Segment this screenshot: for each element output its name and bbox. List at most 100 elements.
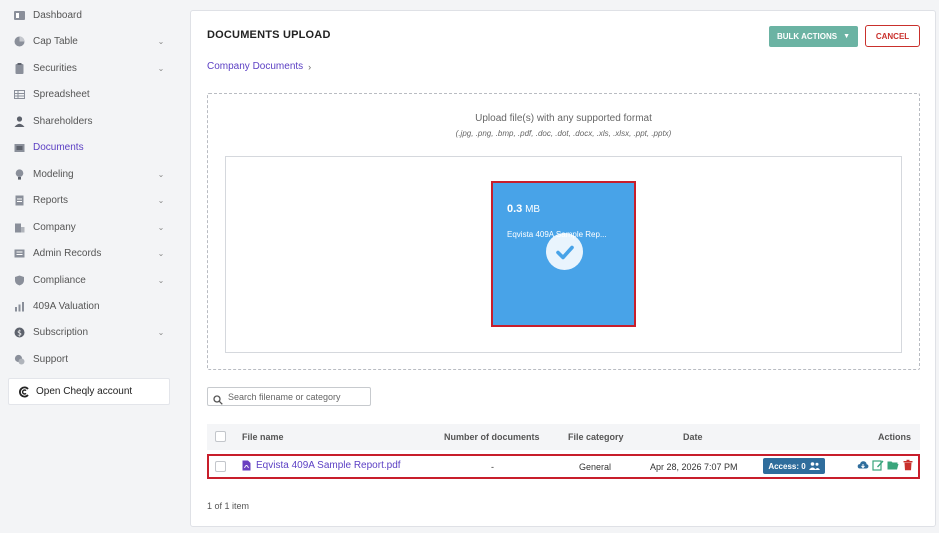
cheqly-logo-icon [18,386,30,398]
sidebar-item-company[interactable]: Company ⌄ [14,218,174,236]
documents-upload-panel: DOCUMENTS UPLOAD BULK ACTIONS ▼ CANCEL C… [190,10,936,527]
sidebar-item-modeling[interactable]: Modeling ⌄ [14,165,174,183]
sidebar-item-reports[interactable]: Reports ⌄ [14,191,174,209]
file-size: 0.3 MB [507,203,540,215]
sidebar-item-label: Cap Table [33,35,78,47]
lightbulb-icon [14,168,25,180]
chevron-down-icon: ⌄ [157,327,165,337]
sidebar-item-compliance[interactable]: Compliance ⌄ [14,271,174,289]
sidebar-item-label: Admin Records [33,247,102,259]
bulk-actions-label: BULK ACTIONS [776,32,838,41]
supported-formats: (.jpg, .png, .bmp, .pdf, .doc, .dot, .do… [455,129,672,138]
pie-chart-icon [14,36,25,47]
cloud-download-icon[interactable] [857,459,869,471]
svg-text:$: $ [17,328,22,337]
search-input[interactable] [228,391,368,402]
bulk-actions-button[interactable]: BULK ACTIONS ▼ [769,26,858,47]
file-size-value: 0.3 [507,203,523,215]
sidebar-item-label: Subscription [33,326,89,338]
clipboard-icon [14,62,25,74]
sidebar-item-label: Documents [33,141,84,153]
file-size-unit: MB [525,204,541,215]
sidebar-item-409a-valuation[interactable]: 409A Valuation [14,297,174,315]
sidebar-item-label: Dashboard [33,9,82,21]
column-file-category[interactable]: File category [568,432,624,442]
checkmark-icon [546,233,583,270]
sidebar-item-label: Support [33,353,69,365]
edit-icon[interactable] [872,459,884,471]
sidebar-item-label: Compliance [33,274,86,286]
chevron-down-icon: ⌄ [157,63,165,73]
building-icon [14,222,25,233]
table-header: File name Number of documents File categ… [207,424,920,450]
sidebar-item-label: Reports [33,194,69,206]
open-cheqly-account-label: Open Cheqly account [36,386,133,397]
dashboard-icon [14,10,25,21]
table-row: Eqvista 409A Sample Report.pdf - General… [207,454,920,479]
sidebar-item-documents[interactable]: Documents [14,138,174,156]
sidebar-item-cap-table[interactable]: Cap Table ⌄ [14,32,174,50]
breadcrumb-company-documents[interactable]: Company Documents [207,61,303,72]
pdf-file-icon [242,460,251,471]
sidebar-item-label: 409A Valuation [33,300,100,312]
column-number-of-documents[interactable]: Number of documents [444,432,540,442]
sidebar-item-dashboard[interactable]: Dashboard [14,6,174,24]
chevron-down-icon: ⌄ [157,169,165,179]
pagination-summary: 1 of 1 item [207,501,250,511]
file-category-cell: General [579,462,612,472]
user-icon [14,115,25,127]
file-name-link[interactable]: Eqvista 409A Sample Report.pdf [242,460,401,471]
folder-icon [14,142,25,153]
valuation-icon [14,301,25,312]
spreadsheet-icon [14,89,25,100]
chevron-down-icon: ⌄ [157,195,165,205]
chevron-right-icon: › [308,61,312,72]
sidebar-item-shareholders[interactable]: Shareholders [14,112,174,130]
sidebar-item-admin-records[interactable]: Admin Records ⌄ [14,244,174,262]
sidebar-item-label: Spreadsheet [33,88,90,100]
column-actions: Actions [878,432,912,442]
row-checkbox[interactable] [215,461,226,472]
sidebar-item-securities[interactable]: Securities ⌄ [14,59,174,77]
sidebar-item-spreadsheet[interactable]: Spreadsheet [14,85,174,103]
users-icon [808,462,820,470]
search-icon [213,392,223,405]
open-cheqly-account-button[interactable]: Open Cheqly account [8,378,170,405]
report-icon [14,195,25,206]
sidebar: Dashboard Cap Table ⌄ Securities ⌄ Sprea… [0,0,180,533]
file-name-text[interactable]: Eqvista 409A Sample Report.pdf [256,460,401,471]
dollar-icon: $ [14,327,25,338]
sidebar-item-support[interactable]: Support [14,350,174,368]
column-date[interactable]: Date [683,432,703,442]
number-of-documents-cell: - [491,462,494,472]
breadcrumb[interactable]: Company Documents › [207,61,311,72]
records-icon [14,248,25,259]
chevron-down-icon: ⌄ [157,248,165,258]
caret-down-icon: ▼ [843,33,851,40]
cancel-button[interactable]: CANCEL [865,25,920,47]
access-label: Access: 0 [768,461,806,471]
upload-preview-area: 0.3 MB Eqvista 409A Sample Rep... [225,156,902,353]
upload-instructions: Upload file(s) with any supported format [475,113,652,124]
trash-icon[interactable] [902,459,914,471]
sidebar-item-subscription[interactable]: $ Subscription ⌄ [14,323,174,341]
access-button[interactable]: Access: 0 [763,458,825,474]
sidebar-item-label: Modeling [33,168,74,180]
column-file-name[interactable]: File name [242,432,284,442]
support-icon [14,354,25,365]
chevron-down-icon: ⌄ [157,222,165,232]
date-cell: Apr 28, 2026 7:07 PM [650,462,738,472]
row-actions [857,459,917,471]
sidebar-item-label: Securities [33,62,77,74]
chevron-down-icon: ⌄ [157,275,165,285]
search-field[interactable] [207,387,371,406]
uploaded-file-tile[interactable]: 0.3 MB Eqvista 409A Sample Rep... [491,181,636,327]
sidebar-item-label: Company [33,221,76,233]
select-all-checkbox[interactable] [215,431,226,442]
page-title: DOCUMENTS UPLOAD [207,29,331,41]
sidebar-item-label: Shareholders [33,115,93,127]
upload-dropzone[interactable]: Upload file(s) with any supported format… [207,93,920,370]
folder-open-icon[interactable] [887,459,899,471]
chevron-down-icon: ⌄ [157,36,165,46]
shield-icon [14,275,25,286]
